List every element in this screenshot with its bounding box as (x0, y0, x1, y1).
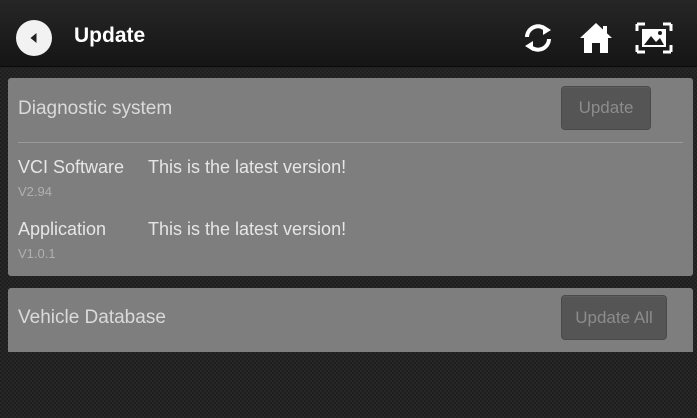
update-button[interactable]: Update (561, 86, 651, 130)
page-title: Update (74, 24, 146, 47)
diagnostic-system-panel: Diagnostic system Update VCI Software Th… (8, 78, 693, 276)
screenshot-icon (635, 22, 673, 54)
back-button[interactable] (16, 20, 52, 56)
home-icon (580, 23, 612, 53)
screenshot-button[interactable] (634, 18, 674, 58)
top-bar: Update (0, 0, 697, 67)
update-all-button[interactable]: Update All (561, 295, 667, 340)
divider (18, 142, 683, 143)
vehicle-database-title: Vehicle Database (18, 307, 166, 328)
vci-software-label: VCI Software (18, 157, 125, 177)
diagnostic-system-title: Diagnostic system (18, 98, 173, 119)
application-version: V1.0.1 (18, 246, 56, 261)
back-arrow-icon (30, 33, 37, 43)
refresh-icon (525, 24, 551, 52)
vci-software-version: V2.94 (18, 184, 52, 199)
vci-software-status: This is the latest version! (148, 157, 347, 177)
vehicle-database-panel: Vehicle Database Update All (8, 288, 693, 352)
application-label: Application (18, 219, 107, 239)
refresh-button[interactable] (518, 18, 558, 58)
home-button[interactable] (576, 18, 616, 58)
application-status: This is the latest version! (148, 219, 347, 239)
